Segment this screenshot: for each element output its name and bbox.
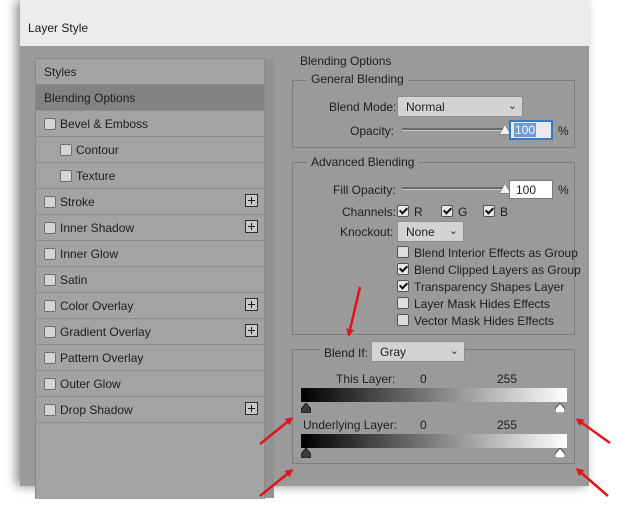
arrow-blend-if [346,286,362,337]
arrow-underlying-white [575,468,609,497]
annotation-arrows [259,286,611,497]
arrow-this-layer-black [259,417,294,445]
arrow-this-layer-white [575,418,611,445]
arrow-underlying-black [259,469,294,497]
